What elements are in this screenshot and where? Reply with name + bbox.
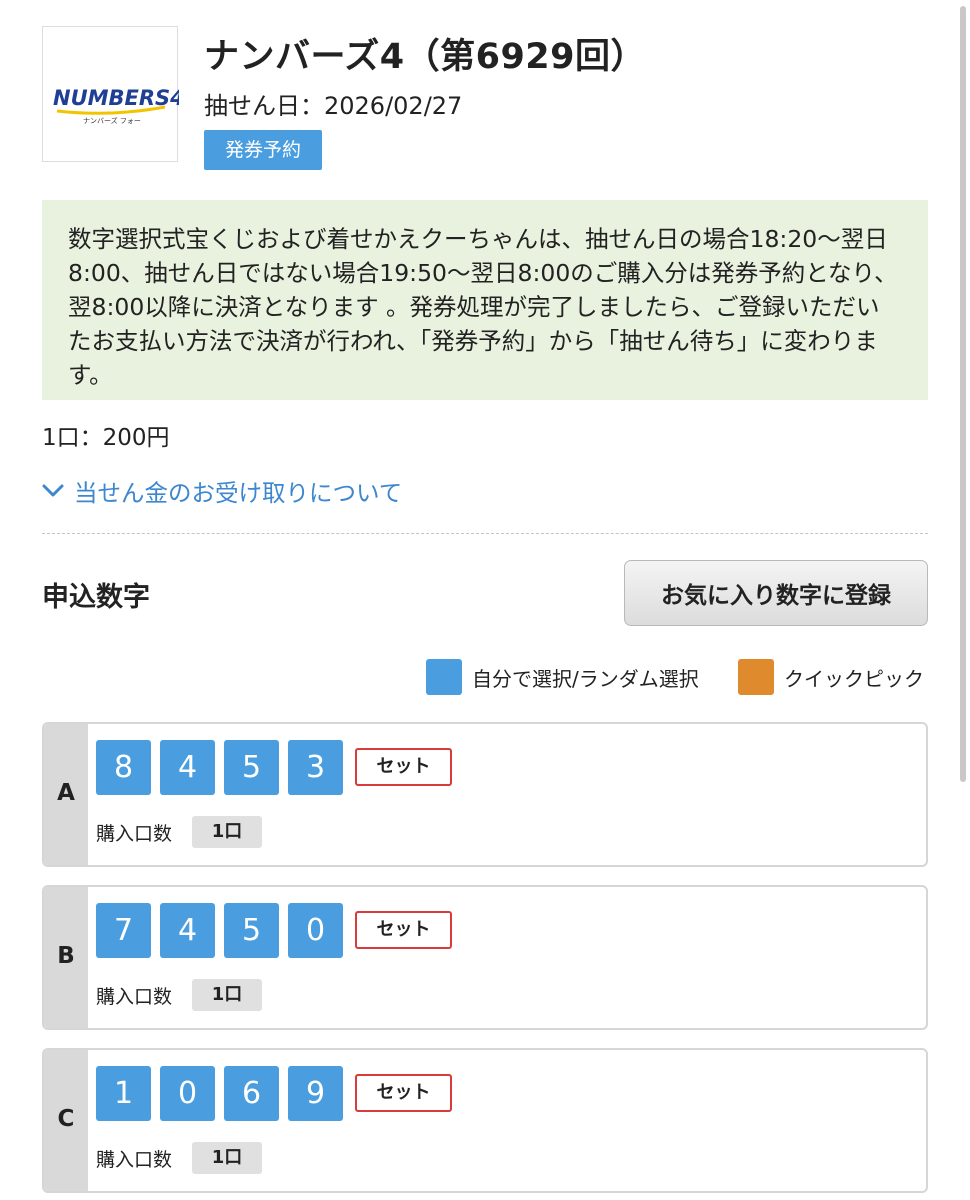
digit-box: 7	[96, 903, 151, 958]
digit-box: 0	[160, 1066, 215, 1121]
scrollbar[interactable]	[960, 6, 966, 782]
page: NUMBERS4 ナンバーズ フォー ナンバーズ4（第6929回） 抽せん日：2…	[0, 0, 970, 1200]
legend-manual: 自分で選択/ランダム選択	[426, 659, 699, 695]
legend-manual-swatch	[426, 659, 462, 695]
chevron-down-icon	[42, 484, 64, 497]
section-title: 申込数字	[42, 582, 150, 613]
digit-box: 0	[288, 903, 343, 958]
entry-a: A 8 4 5 3 セット 購入口数 1口	[42, 722, 928, 867]
entry-digits: 7 4 5 0	[96, 903, 352, 958]
digit-box: 8	[96, 740, 151, 795]
quantity-value: 1口	[192, 1142, 262, 1174]
register-favorite-button[interactable]: お気に入り数字に登録	[624, 560, 928, 626]
digit-box: 5	[224, 903, 279, 958]
set-type-badge: セット	[355, 748, 452, 786]
digit-box: 3	[288, 740, 343, 795]
page-title: ナンバーズ4（第6929回）	[204, 37, 647, 77]
legend-quick-label: クイックピック	[784, 666, 924, 691]
unit-price: 1口：200円	[42, 425, 170, 451]
digit-box: 6	[224, 1066, 279, 1121]
entry-digits: 8 4 5 3	[96, 740, 352, 795]
draw-date: 抽せん日：2026/02/27	[204, 92, 463, 120]
set-type-badge: セット	[355, 1074, 452, 1112]
digit-box: 4	[160, 740, 215, 795]
lottery-header: NUMBERS4 ナンバーズ フォー ナンバーズ4（第6929回） 抽せん日：2…	[42, 26, 922, 170]
quantity-label: 購入口数	[96, 1149, 173, 1171]
status-badge: 発券予約	[204, 130, 322, 170]
entry-digits: 1 0 6 9	[96, 1066, 352, 1121]
prize-info-link[interactable]: 当せん金のお受け取りについて	[42, 474, 402, 508]
quantity-label: 購入口数	[96, 823, 173, 845]
quantity-value: 1口	[192, 979, 262, 1011]
quantity-label: 購入口数	[96, 986, 173, 1008]
digit-box: 9	[288, 1066, 343, 1121]
quantity-value: 1口	[192, 816, 262, 848]
logo-subtext: ナンバーズ フォー	[83, 116, 141, 125]
legend-quick-swatch	[738, 659, 774, 695]
purchase-notice: 数字選択式宝くじおよび着せかえクーちゃんは、抽せん日の場合18:20〜翌日8:0…	[42, 200, 928, 400]
digit-box: 5	[224, 740, 279, 795]
legend-quick-pick: クイックピック	[738, 659, 924, 695]
entry-letter: B	[57, 943, 75, 969]
numbers4-logo: NUMBERS4 ナンバーズ フォー	[42, 26, 179, 162]
digit-box: 1	[96, 1066, 151, 1121]
entry-b: B 7 4 5 0 セット 購入口数 1口	[42, 885, 928, 1030]
entry-letter: C	[57, 1106, 75, 1132]
entry-c: C 1 0 6 9 セット 購入口数 1口	[42, 1048, 928, 1193]
digit-box: 4	[160, 903, 215, 958]
divider	[42, 533, 928, 534]
prize-info-link-label: 当せん金のお受け取りについて	[74, 479, 403, 507]
entry-letter: A	[57, 780, 75, 806]
logo-wordmark: NUMBERS4	[53, 86, 179, 110]
legend-manual-label: 自分で選択/ランダム選択	[472, 666, 699, 691]
set-type-badge: セット	[355, 911, 452, 949]
